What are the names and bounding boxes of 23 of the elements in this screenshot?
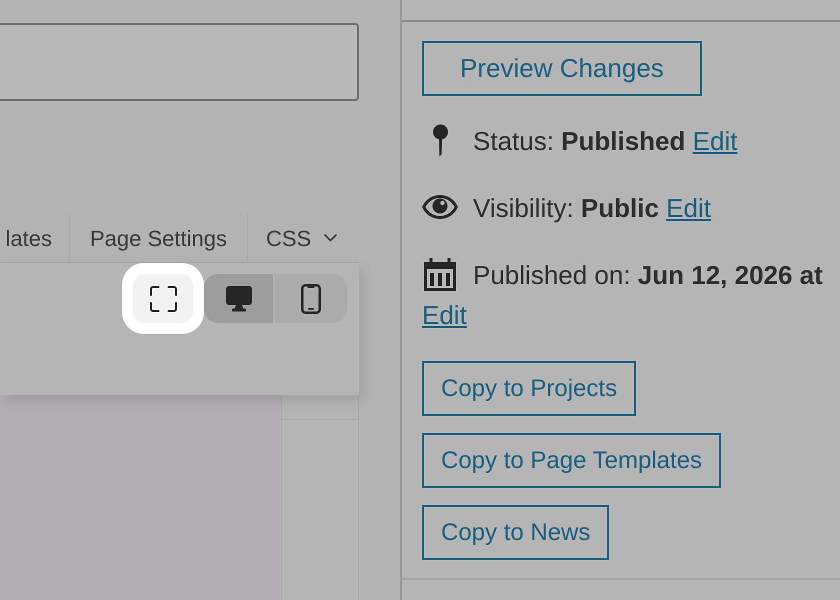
- tab[interactable]: lates: [0, 214, 70, 262]
- visibility-text: Visibility: Public Edit: [473, 193, 711, 223]
- copy-button[interactable]: Copy to Page Templates: [422, 433, 722, 488]
- phone-icon: [301, 284, 321, 314]
- fullscreen-icon: [150, 286, 176, 312]
- title-input[interactable]: [0, 23, 359, 101]
- tab[interactable]: Page Settings: [70, 214, 248, 262]
- caret-icon: [324, 234, 337, 242]
- edit-link[interactable]: Edit: [422, 300, 467, 330]
- eye-icon: [422, 194, 458, 220]
- pin-icon: [432, 124, 448, 157]
- fullscreen-button[interactable]: [133, 274, 193, 323]
- status-text: Status: Published Edit: [473, 126, 738, 156]
- dropdown-tab[interactable]: CSS: [248, 214, 359, 262]
- publish-date-text: Published on: Jun 12, 2026 at: [473, 260, 823, 290]
- desktop-view-button[interactable]: [204, 274, 273, 323]
- calendar-icon: [424, 258, 456, 291]
- edit-link[interactable]: Edit: [692, 126, 738, 156]
- monitor-icon: [226, 286, 252, 312]
- copy-button[interactable]: Copy to News: [422, 505, 610, 560]
- edit-link[interactable]: Edit: [666, 193, 711, 223]
- preview-button[interactable]: Preview Changes: [422, 41, 702, 96]
- copy-button[interactable]: Copy to Projects: [422, 361, 636, 416]
